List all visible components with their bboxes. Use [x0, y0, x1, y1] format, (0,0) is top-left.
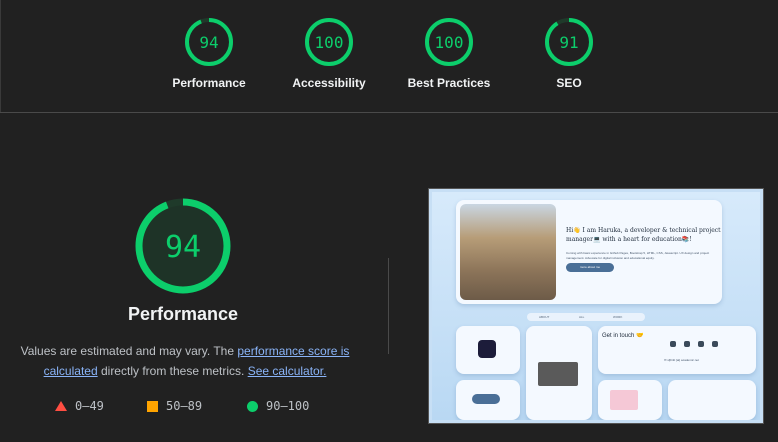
tile-contact: Get in touch 🤝 ✉ sfjh4it [at] academic.n… [598, 326, 756, 374]
gauge-ring: 100 [425, 18, 473, 66]
desc-text: Values are estimated and may vary. The [20, 344, 238, 358]
score-value: 94 [199, 33, 218, 52]
performance-title: Performance [127, 304, 239, 324]
legend-fail: 0–49 [55, 399, 104, 413]
linkedin-icon [684, 341, 690, 347]
hero-paragraph: Coming with basic experience in Github P… [566, 251, 710, 260]
gauge-ring: 100 [305, 18, 353, 66]
gauge-ring: 94 [185, 18, 233, 66]
score-value: 100 [435, 33, 464, 52]
hero-photo [460, 204, 556, 300]
gauge-ring: 91 [545, 18, 593, 66]
devices-icon [610, 390, 638, 410]
github-icon [670, 341, 676, 347]
square-icon [147, 400, 158, 412]
tile-devices [598, 380, 662, 420]
hero-heading: Hi👋 I am Haruka, a developer & technical… [566, 227, 721, 243]
score-label: Accessibility [292, 76, 366, 90]
hero-card: Hi👋 I am Haruka, a developer & technical… [456, 200, 722, 304]
tile-laptop [526, 326, 592, 420]
legend-pass: 90–100 [247, 399, 309, 413]
calculator-link[interactable]: See calculator. [248, 364, 327, 378]
filter-tabs: ABOUT ALL WORK [527, 313, 645, 321]
toggle-icon [472, 394, 500, 404]
circle-icon [247, 400, 258, 412]
performance-summary: 94 Performance [90, 196, 276, 325]
legend-average-label: 50–89 [166, 399, 203, 413]
score-gauge-accessibility[interactable]: 100 Accessibility [269, 16, 389, 90]
score-legend: 0–49 50–89 90–100 [55, 399, 355, 417]
contact-title: Get in touch 🤝 [602, 333, 644, 339]
tab-work: WORK [613, 315, 623, 319]
laptop-icon [538, 362, 578, 386]
tab-all: ALL [579, 315, 585, 319]
tile-toggle [456, 380, 520, 420]
score-label: SEO [556, 76, 582, 90]
score-value: 91 [559, 33, 578, 52]
score-gauge-best-practices[interactable]: 100 Best Practices [389, 16, 509, 90]
page-screenshot-thumbnail[interactable]: Hi👋 I am Haruka, a developer & technical… [428, 188, 764, 424]
score-label: Best Practices [407, 76, 491, 90]
triangle-icon [55, 401, 67, 411]
contact-email: ✉ sfjh4it [at] academic.net [664, 358, 699, 362]
tile-misc [668, 380, 756, 420]
legend-pass-label: 90–100 [266, 399, 310, 413]
score-gauge-seo[interactable]: 91 SEO [509, 16, 629, 90]
section-divider [0, 112, 778, 113]
score-value: 100 [315, 33, 344, 52]
app-logo-icon [478, 340, 496, 358]
performance-gauge: 94 [135, 198, 231, 294]
screenshot-content: Hi👋 I am Haruka, a developer & technical… [432, 192, 760, 420]
vertical-divider [388, 258, 389, 354]
score-label: Performance [172, 76, 246, 90]
tab-about: ABOUT [539, 315, 550, 319]
tile-logo [456, 326, 520, 374]
performance-description: Values are estimated and may vary. The p… [10, 341, 360, 381]
link-icon [712, 341, 718, 347]
legend-fail-label: 0–49 [75, 399, 104, 413]
performance-score: 94 [165, 230, 201, 265]
desc-text: directly from these metrics. [97, 364, 248, 378]
x-icon [698, 341, 704, 347]
legend-average: 50–89 [147, 399, 202, 413]
score-gauge-performance[interactable]: 94 Performance [149, 16, 269, 90]
more-about-button: more about me [566, 263, 614, 272]
